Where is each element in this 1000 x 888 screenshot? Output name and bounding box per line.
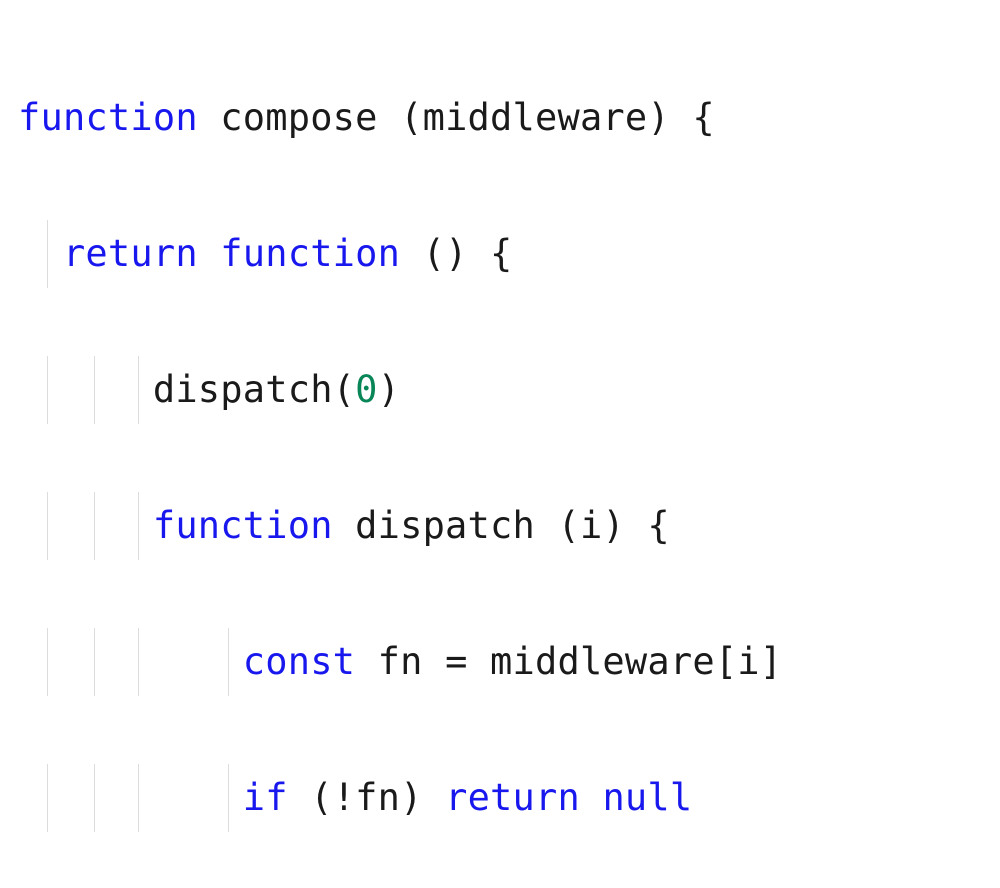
lparen: ( <box>310 776 332 819</box>
number-zero: 0 <box>355 368 377 411</box>
code-line-6: if (!fn) return null <box>18 764 982 832</box>
identifier-i: i <box>737 640 759 683</box>
keyword-function: function <box>18 96 198 139</box>
code-block: function compose (middleware) { return f… <box>0 0 1000 888</box>
keyword-return: return <box>445 776 580 819</box>
identifier-compose: compose <box>220 96 377 139</box>
rparen: ) <box>378 368 400 411</box>
code-line-2: return function () { <box>18 220 982 288</box>
code-line-5: const fn = middleware[i] <box>18 628 982 696</box>
bang: ! <box>333 776 355 819</box>
identifier-dispatch: dispatch <box>355 504 535 547</box>
lbracket: [ <box>715 640 737 683</box>
keyword-function: function <box>153 504 333 547</box>
code-line-3: dispatch(0) <box>18 356 982 424</box>
keyword-function: function <box>220 232 400 275</box>
code-line-4: function dispatch (i) { <box>18 492 982 560</box>
rbracket: ] <box>760 640 782 683</box>
lbrace: { <box>490 232 512 275</box>
keyword-const: const <box>243 640 355 683</box>
lbrace: { <box>692 96 714 139</box>
rparen: ) <box>445 232 467 275</box>
identifier-i: i <box>580 504 602 547</box>
identifier-dispatch: dispatch <box>153 368 333 411</box>
lparen: ( <box>423 232 445 275</box>
identifier-fn: fn <box>378 640 423 683</box>
eq: = <box>445 640 467 683</box>
keyword-if: if <box>243 776 288 819</box>
lparen: ( <box>333 368 355 411</box>
code-line-1: function compose (middleware) { <box>18 84 982 152</box>
rparen: ) <box>647 96 669 139</box>
keyword-null: null <box>602 776 692 819</box>
lbrace: { <box>647 504 669 547</box>
identifier-middleware: middleware <box>423 96 648 139</box>
identifier-fn: fn <box>355 776 400 819</box>
lparen: ( <box>400 96 422 139</box>
rparen: ) <box>602 504 624 547</box>
rparen: ) <box>400 776 422 819</box>
identifier-middleware: middleware <box>490 640 715 683</box>
keyword-return: return <box>63 232 198 275</box>
lparen: ( <box>557 504 579 547</box>
